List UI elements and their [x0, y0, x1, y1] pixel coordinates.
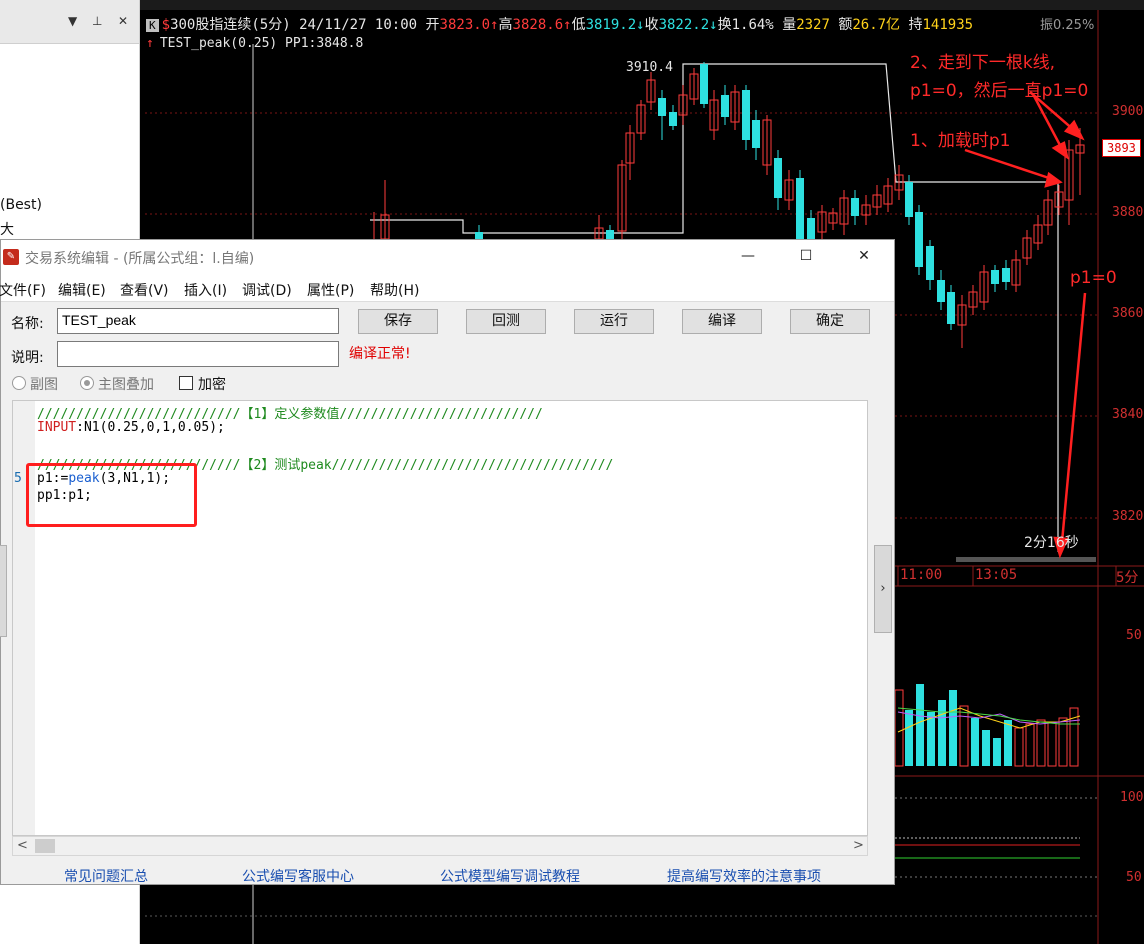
- price-label: 3840: [1112, 407, 1144, 422]
- menu-insert[interactable]: 插入(I): [184, 280, 227, 300]
- tutorial-link[interactable]: 公式模型编写调试教程: [440, 866, 580, 886]
- last-price-tag: 3893: [1102, 139, 1141, 157]
- amount-label: 额: [838, 17, 853, 33]
- scroll-right-icon[interactable]: >: [853, 838, 864, 853]
- hold-label: 持: [908, 17, 923, 33]
- dialog-titlebar[interactable]: ✎ 交易系统编辑 - (所属公式组：l.自编) — ☐ ✕: [1, 240, 894, 274]
- volume-value: 2327: [796, 17, 830, 33]
- lower-indicator: [895, 797, 1098, 878]
- open-label: 开: [425, 17, 440, 33]
- close-label: 收: [644, 17, 659, 33]
- high-label: 高: [498, 17, 513, 33]
- open-value: 3823.0: [439, 17, 491, 33]
- menu-file[interactable]: 文件(F): [0, 280, 46, 300]
- annotation-note3: p1=0: [1070, 268, 1117, 288]
- turnover-label: 换: [717, 17, 732, 33]
- turnover-value: 1.64%: [731, 17, 774, 33]
- name-input[interactable]: TEST_peak: [57, 308, 339, 334]
- close-button[interactable]: ✕: [841, 244, 887, 270]
- period-label[interactable]: 5分: [1116, 567, 1138, 587]
- volume-bars: [894, 684, 1081, 767]
- sub-chart-label: 副图: [30, 377, 58, 393]
- sub-axis-label: 100: [1120, 790, 1144, 805]
- description-label: 说明:: [11, 350, 44, 366]
- sub-chart-radio[interactable]: [12, 376, 26, 390]
- price-label: 3880: [1112, 205, 1144, 220]
- annotation-note1: 1、加载时p1: [910, 131, 1011, 151]
- hold-value: 141935: [922, 17, 974, 33]
- minimize-button[interactable]: —: [725, 244, 771, 270]
- compile-status: 编译正常!: [349, 346, 411, 362]
- volume-label: 量: [782, 17, 797, 33]
- k-badge[interactable]: K: [146, 19, 159, 32]
- dollar-icon: $: [161, 17, 171, 33]
- low-value: 3819.2: [585, 17, 637, 33]
- highlight-box: [26, 463, 197, 527]
- app-icon: ✎: [3, 249, 19, 265]
- quote-datetime: 24/11/27 10:00: [299, 17, 418, 33]
- tips-link[interactable]: 提高编写效率的注意事项: [667, 866, 821, 886]
- description-input[interactable]: [57, 341, 339, 367]
- price-label: 3820: [1112, 509, 1144, 524]
- dialog-title: 交易系统编辑 - (所属公式组：l.自编): [25, 251, 255, 267]
- sub-axis-label: 50: [1126, 870, 1142, 885]
- backtest-button[interactable]: 回测: [466, 309, 546, 334]
- price-label: 3900: [1112, 104, 1144, 119]
- high-value: 3828.6: [512, 17, 564, 33]
- save-button[interactable]: 保存: [358, 309, 438, 334]
- line-number: 5: [14, 471, 22, 486]
- encrypt-label: 加密: [198, 377, 226, 393]
- run-button[interactable]: 运行: [574, 309, 654, 334]
- menu-help[interactable]: 帮助(H): [370, 280, 419, 300]
- left-splitter-handle[interactable]: [0, 545, 7, 637]
- sub-axis-label: 50: [1126, 628, 1142, 643]
- menu-property[interactable]: 属性(P): [307, 280, 354, 300]
- low-label: 低: [571, 17, 586, 33]
- menu-bar: 文件(F) 编辑(E) 查看(V) 插入(I) 调试(D) 属性(P) 帮助(H…: [0, 274, 894, 302]
- main-overlay-label: 主图叠加: [98, 377, 154, 393]
- indicator-line: ↑ TEST_peak(0.25) PP1:3848.8: [146, 36, 364, 51]
- indicator-text: TEST_peak(0.25) PP1:3848.8: [159, 36, 364, 51]
- menu-edit[interactable]: 编辑(E): [58, 280, 106, 300]
- code-line-2: INPUT:N1(0.25,0,1,0.05);: [37, 420, 225, 435]
- faq-link[interactable]: 常见问题汇总: [64, 866, 148, 886]
- amount-value: 26.7亿: [852, 17, 901, 33]
- horizontal-scrollbar[interactable]: < >: [12, 836, 868, 856]
- amplitude-value: 振0.25%: [1040, 18, 1095, 33]
- annotation-note2-line1: 2、走到下一根k线,: [910, 53, 1056, 73]
- close-value: 3822.2: [658, 17, 710, 33]
- encrypt-checkbox[interactable]: [179, 376, 193, 390]
- name-label: 名称:: [11, 316, 44, 332]
- support-link[interactable]: 公式编写客服中心: [242, 866, 354, 886]
- expand-panel-button[interactable]: ›: [874, 545, 892, 633]
- time-axis: 11:00 13:05 5分: [898, 566, 1144, 586]
- time-label: 11:00: [900, 567, 943, 583]
- quote-header: K $300股指连续(5分) 24/11/27 10:00 开3823.0↑高38…: [146, 14, 973, 34]
- scroll-thumb[interactable]: [35, 839, 55, 853]
- compile-button[interactable]: 编译: [682, 309, 762, 334]
- ok-button[interactable]: 确定: [790, 309, 870, 334]
- code-editor[interactable]: 5 //////////////////////////【1】定义参数值////…: [12, 400, 868, 836]
- scroll-left-icon[interactable]: <: [17, 838, 28, 853]
- annotation-arrows: [964, 91, 1087, 559]
- maximize-button[interactable]: ☐: [783, 244, 829, 270]
- time-label: 13:05: [975, 567, 1018, 583]
- annotation-note2-line2: p1=0，然后一直p1=0: [910, 81, 1089, 101]
- formula-editor-dialog: ✎ 交易系统编辑 - (所属公式组：l.自编) — ☐ ✕ 文件(F) 编辑(E…: [0, 239, 895, 885]
- bar-countdown: 2分16秒: [1024, 535, 1079, 551]
- peak-label: 3910.4: [626, 60, 673, 75]
- price-label: 3860: [1112, 306, 1144, 321]
- menu-view[interactable]: 查看(V): [120, 280, 169, 300]
- main-overlay-radio[interactable]: [80, 376, 94, 390]
- menu-debug[interactable]: 调试(D): [242, 280, 292, 300]
- contract-name: 300股指连续(5分): [170, 17, 291, 33]
